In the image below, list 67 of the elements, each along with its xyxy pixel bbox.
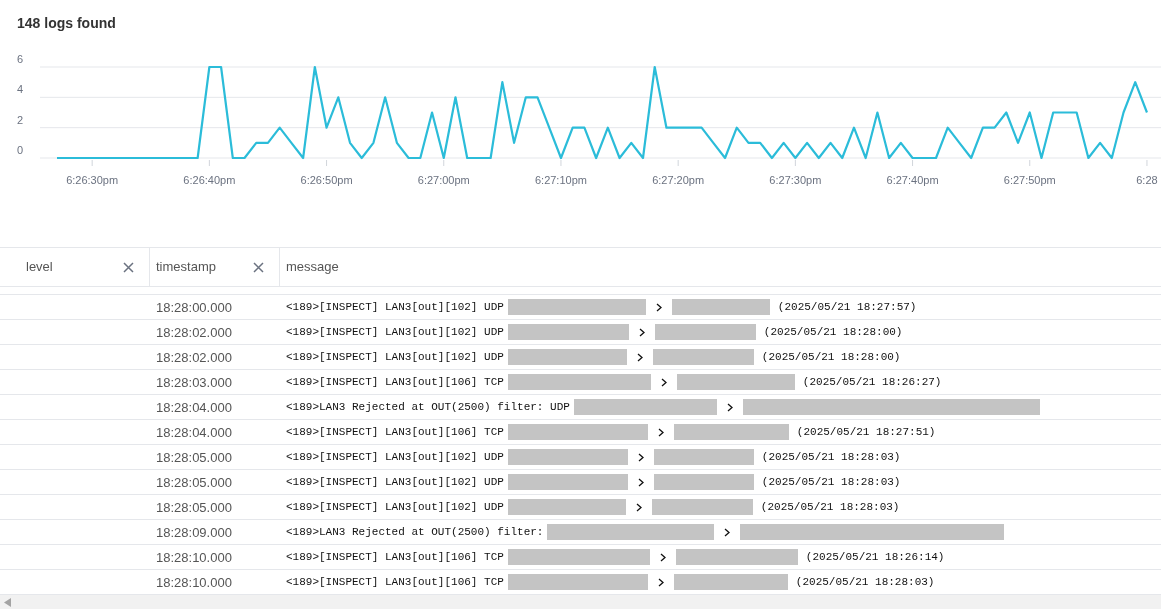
y-tick-label: 4: [17, 83, 24, 96]
timestamp-cell: 18:28:04.000: [156, 400, 232, 415]
close-icon[interactable]: [253, 261, 264, 273]
horizontal-scrollbar[interactable]: [0, 595, 1161, 609]
x-tick-label: 6:26:40pm: [183, 174, 236, 186]
timestamp-cell: 18:28:03.000: [156, 375, 232, 390]
timestamp-cell: 18:28:00.000: [156, 300, 232, 315]
chevron-right-icon: [635, 502, 642, 512]
timestamp-cell: 18:28:10.000: [156, 550, 232, 565]
message-text: <189>[INSPECT] LAN3[out][106] TCP: [286, 549, 504, 565]
timestamp-cell: 18:28:05.000: [156, 500, 232, 515]
timestamp-cell: 18:28:10.000: [156, 575, 232, 590]
message-text: <189>[INSPECT] LAN3[out][102] UDP: [286, 349, 504, 365]
message-date: (2025/05/21 18:28:03): [761, 474, 901, 490]
x-tick-label: 6:26:50pm: [300, 174, 353, 186]
chevron-right-icon: [637, 452, 644, 462]
x-tick-label: 6:27:50pm: [1003, 174, 1056, 186]
timestamp-cell: 18:28:02.000: [156, 325, 232, 340]
column-header[interactable]: level: [0, 248, 150, 286]
message-text: <189>[INSPECT] LAN3[out][102] UDP: [286, 499, 504, 515]
message-text: <189>[INSPECT] LAN3[out][102] UDP: [286, 299, 504, 315]
timestamp-cell: 18:28:04.000: [156, 425, 232, 440]
x-tick-label: 6:27:20pm: [652, 174, 705, 186]
message-date: (2025/05/21 18:28:03): [795, 574, 935, 590]
chevron-right-icon: [637, 477, 644, 487]
chevron-right-icon: [657, 577, 664, 587]
message-text: <189>[INSPECT] LAN3[out][102] UDP: [286, 449, 504, 465]
y-tick-label: 0: [17, 144, 24, 156]
message-text: <189>[INSPECT] LAN3[out][102] UDP: [286, 324, 504, 340]
x-tick-label: 6:26:30pm: [66, 174, 119, 186]
message-text: <189>LAN3 Rejected at OUT(2500) filter: UDP: [286, 399, 570, 415]
chevron-right-icon: [660, 377, 667, 387]
timestamp-cell: 18:28:05.000: [156, 475, 232, 490]
chevron-right-icon: [657, 427, 664, 437]
y-tick-label: 6: [17, 53, 24, 65]
message-text: <189>[INSPECT] LAN3[out][102] UDP: [286, 474, 504, 490]
x-tick-label: 6:27:10pm: [534, 174, 587, 186]
results-title: 148 logs found: [17, 15, 116, 31]
timestamp-cell: 18:28:09.000: [156, 525, 232, 540]
x-tick-label: 6:27:40pm: [886, 174, 939, 186]
message-date: (2025/05/21 18:28:03): [761, 449, 901, 465]
column-header[interactable]: timestamp: [150, 248, 280, 286]
column-header[interactable]: message: [280, 248, 1161, 286]
message-date: (2025/05/21 18:27:51): [796, 424, 936, 440]
message-date: (2025/05/21 18:28:00): [763, 324, 903, 340]
message-text: <189>[INSPECT] LAN3[out][106] TCP: [286, 374, 504, 390]
message-date: (2025/05/21 18:28:00): [761, 349, 901, 365]
chevron-right-icon: [659, 552, 666, 562]
message-text: <189>LAN3 Rejected at OUT(2500) filter:: [286, 524, 544, 540]
x-tick-label: 6:27:30pm: [769, 174, 822, 186]
message-date: (2025/05/21 18:28:03): [760, 499, 900, 515]
timestamp-cell: 18:28:02.000: [156, 350, 232, 365]
chevron-right-icon: [726, 402, 733, 412]
message-date: (2025/05/21 18:26:14): [805, 549, 945, 565]
message-date: (2025/05/21 18:27:57): [777, 299, 917, 315]
x-tick-label: 6:28: [1136, 174, 1158, 186]
chevron-right-icon: [655, 302, 662, 312]
x-tick-label: 6:27:00pm: [417, 174, 470, 186]
chevron-right-icon: [638, 327, 645, 337]
message-text: <189>[INSPECT] LAN3[out][106] TCP: [286, 574, 504, 590]
message-date: (2025/05/21 18:26:27): [802, 374, 942, 390]
message-text: <189>[INSPECT] LAN3[out][106] TCP: [286, 424, 504, 440]
chevron-right-icon: [724, 527, 731, 537]
timestamp-cell: 18:28:05.000: [156, 450, 232, 465]
close-icon[interactable]: [123, 261, 134, 273]
chevron-right-icon: [636, 352, 643, 362]
y-tick-label: 2: [17, 113, 24, 126]
